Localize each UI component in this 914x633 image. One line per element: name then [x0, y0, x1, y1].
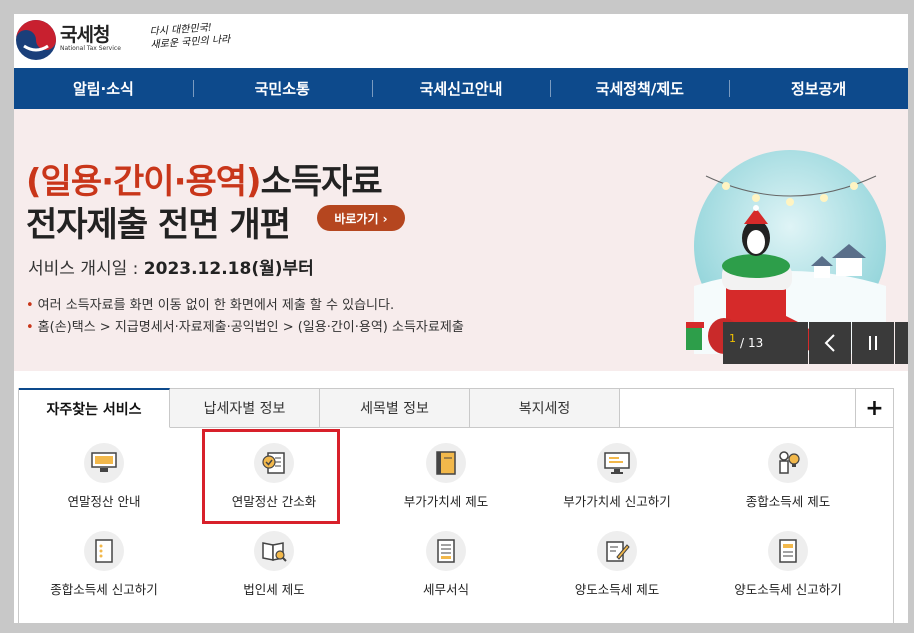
slide-current: 1 — [729, 331, 736, 345]
service-label: 연말정산 안내 — [67, 494, 141, 509]
tab-frequent-services[interactable]: 자주찾는 서비스 — [19, 388, 170, 428]
banner-go-button[interactable]: 바로가기 › — [317, 205, 405, 231]
nav-item-tax-policy[interactable]: 국세정책/제도 — [550, 68, 729, 109]
banner-title-line2: 전자제출 전면 개편 — [26, 205, 291, 245]
nav-item-communication[interactable]: 국민소통 — [192, 68, 372, 109]
banner-date-label: 서비스 개시일 : — [28, 259, 144, 279]
service-tabs-panel: 자주찾는 서비스 납세자별 정보 세목별 정보 복지세정 + 연말정산 안내 연… — [18, 388, 894, 623]
slide-counter: 1 / 13 — [723, 322, 808, 364]
nav-item-tax-filing-guide[interactable]: 국세신고안내 — [371, 68, 551, 109]
banner-desc-item: • 여러 소득자료를 화면 이동 없이 한 화면에서 제출 할 수 있습니다. — [26, 298, 395, 313]
slogan: 다시 대한민국! 새로운 국민의 나라 — [149, 20, 231, 52]
service-label: 양도소득세 제도 — [574, 582, 660, 597]
logo-text[interactable]: 국세청 — [60, 20, 110, 47]
book-icon — [426, 443, 466, 483]
person-lightbulb-icon — [768, 443, 808, 483]
tab-welfare-tax[interactable]: 복지세정 — [470, 389, 620, 427]
slide-pause-button[interactable] — [852, 322, 894, 364]
service-label: 법인세 제도 — [243, 582, 305, 597]
nts-logo-icon[interactable] — [14, 18, 58, 62]
service-capital-gains-system[interactable]: 양도소득세 제도 — [532, 531, 702, 611]
service-label: 세무서식 — [422, 582, 469, 597]
service-year-end-guide[interactable]: 연말정산 안내 — [19, 443, 189, 523]
logo-subtext: National Tax Service — [60, 45, 121, 52]
tab-spacer — [620, 389, 855, 427]
banner-description: • 여러 소득자료를 화면 이동 없이 한 화면에서 제출 할 수 있습니다. •… — [26, 295, 464, 339]
banner-desc-item: • 홈(손)택스 > 지급명세서·자료제출·공익법인 > (일용·간이·용역) 소… — [26, 320, 464, 335]
nav-item-news[interactable]: 알림·소식 — [14, 68, 193, 109]
main-banner[interactable]: (일용·간이·용역)소득자료 전자제출 전면 개편 바로가기 › 서비스 개시일… — [14, 109, 908, 371]
banner-desc-text: 여러 소득자료를 화면 이동 없이 한 화면에서 제출 할 수 있습니다. — [37, 298, 395, 313]
document-check-icon — [254, 443, 294, 483]
chevron-left-icon — [824, 334, 835, 352]
service-grid: 연말정산 안내 연말정산 간소화 부가가치세 제도 부가가치세 신고하기 종합소… — [19, 429, 893, 623]
banner-title-line1: (일용·간이·용역)소득자료 — [26, 154, 383, 203]
banner-date: 서비스 개시일 : 2023.12.18(월)부터 — [28, 254, 314, 279]
nav-item-disclosure[interactable]: 정보공개 — [729, 68, 908, 109]
slide-total: 13 — [748, 336, 764, 350]
slide-next-button[interactable] — [895, 322, 908, 364]
service-income-tax-system[interactable]: 종합소득세 제도 — [703, 443, 873, 523]
slide-prev-button[interactable] — [809, 322, 851, 364]
site-header: 국세청 National Tax Service 다시 대한민국! 새로운 국민… — [14, 14, 908, 68]
slide-controls: 1 / 13 — [723, 322, 908, 364]
service-capital-gains-filing[interactable]: 양도소득세 신고하기 — [703, 531, 873, 611]
checklist-icon — [84, 531, 124, 571]
banner-title-highlight: (일용·간이·용역) — [26, 162, 262, 202]
form-document-icon — [426, 531, 466, 571]
service-tax-forms[interactable]: 세무서식 — [361, 531, 531, 611]
service-year-end-simplified[interactable]: 연말정산 간소화 — [189, 443, 359, 523]
book-search-icon — [254, 531, 294, 571]
banner-date-value: 2023.12.18(월)부터 — [143, 259, 314, 279]
service-label: 부가가치세 제도 — [403, 494, 489, 509]
tab-bar: 자주찾는 서비스 납세자별 정보 세목별 정보 복지세정 + — [19, 388, 893, 428]
more-plus-button[interactable]: + — [855, 389, 893, 427]
calculator-screen-icon — [84, 443, 124, 483]
banner-desc-text: 홈(손)택스 > 지급명세서·자료제출·공익법인 > (일용·간이·용역) 소득… — [37, 320, 464, 335]
service-label: 종합소득세 신고하기 — [50, 582, 158, 597]
service-vat-filing[interactable]: 부가가치세 신고하기 — [532, 443, 702, 523]
service-label: 종합소득세 제도 — [745, 494, 831, 509]
nts-homepage: 국세청 National Tax Service 다시 대한민국! 새로운 국민… — [14, 14, 908, 623]
service-label: 양도소득세 신고하기 — [734, 582, 842, 597]
service-label: 연말정산 간소화 — [231, 494, 317, 509]
service-corporate-tax[interactable]: 법인세 제도 — [189, 531, 359, 611]
monitor-icon — [597, 443, 637, 483]
tab-tax-item-info[interactable]: 세목별 정보 — [320, 389, 470, 427]
service-label: 부가가치세 신고하기 — [563, 494, 671, 509]
banner-title-rest: 소득자료 — [260, 162, 383, 202]
main-nav: 알림·소식 국민소통 국세신고안내 국세정책/제도 정보공개 — [14, 68, 908, 109]
document-pen-icon — [597, 531, 637, 571]
report-document-icon — [768, 531, 808, 571]
pause-icon — [869, 336, 877, 350]
tab-taxpayer-info[interactable]: 납세자별 정보 — [170, 389, 320, 427]
service-vat-system[interactable]: 부가가치세 제도 — [361, 443, 531, 523]
service-income-tax-filing[interactable]: 종합소득세 신고하기 — [19, 531, 189, 611]
slide-separator: / — [740, 336, 745, 350]
